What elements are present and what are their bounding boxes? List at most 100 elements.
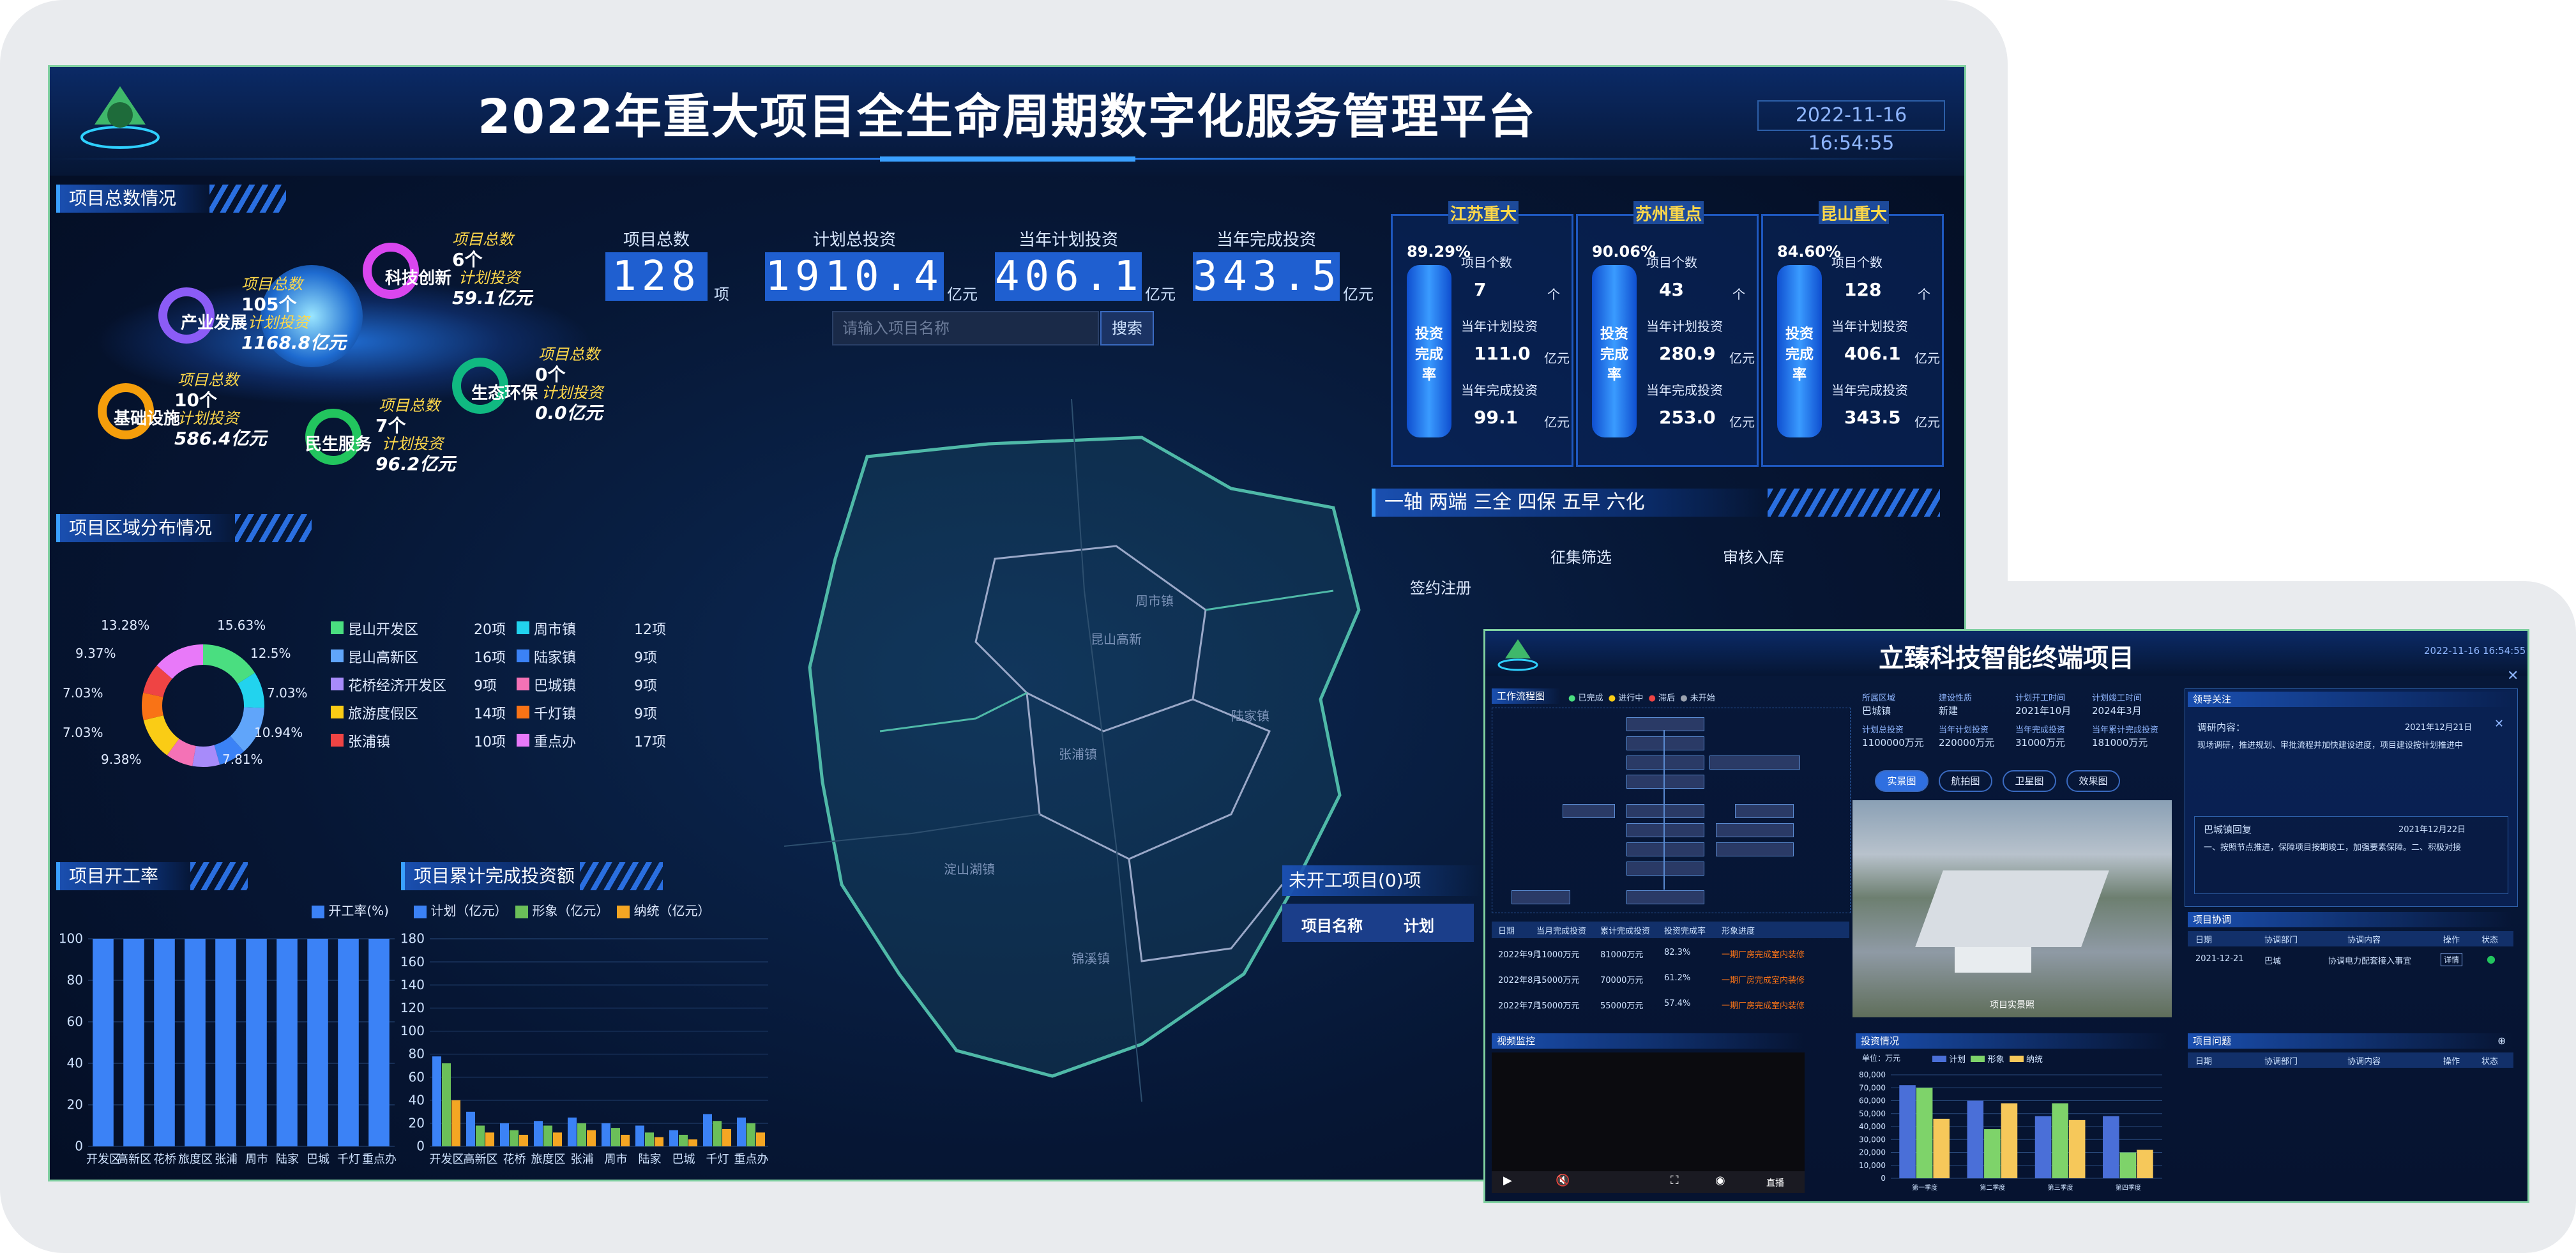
flow-node[interactable] [1626, 842, 1704, 856]
bar [1984, 1129, 2001, 1178]
flow-node[interactable] [1626, 736, 1704, 750]
y-tick-label: 40 [67, 1056, 83, 1071]
table-row[interactable]: 2021-12-21 巴城 协调电力配套接入事宜 详情 ● [2188, 950, 2513, 969]
flow-node[interactable] [1626, 775, 1704, 789]
mute-icon[interactable]: 🔇 [1556, 1174, 1570, 1187]
x-tick-label: 高新区 [117, 1153, 151, 1166]
overview-name: 生态环保 [471, 384, 538, 403]
process-node[interactable]: 签约注册 [1410, 575, 1471, 598]
reply-title: 巴城镇回复 [2204, 824, 2252, 835]
bar [736, 1117, 746, 1146]
add-icon[interactable]: ⊕ [2497, 1035, 2506, 1047]
info-label: 当年计划投资 [1939, 725, 1989, 735]
site-photo[interactable] [1852, 800, 2172, 1017]
tab-live-photo[interactable]: 实景图 [1875, 770, 1928, 792]
legend-name: 巴城镇 [534, 678, 577, 694]
s-section-issue: 项目问题 [2188, 1033, 2512, 1049]
legend-swatch [1932, 1056, 1946, 1062]
bar [2001, 1103, 2018, 1178]
s-chart-ylabel: 单位：万元 [1862, 1054, 1901, 1063]
table-row[interactable]: 2022年7月 15000万元 55000万元 57.4% 一期厂房完成室内装修 [1492, 994, 1849, 1015]
flow-node[interactable] [1716, 842, 1794, 856]
legend-row[interactable]: 旅游度假区 14项 千灯镇 9项 [331, 701, 663, 729]
bar [368, 939, 390, 1146]
flow-node[interactable] [1626, 804, 1704, 818]
info-value: 2024年3月 [2092, 705, 2142, 717]
legend-row[interactable]: 张浦镇 10项 重点办 17项 [331, 729, 666, 757]
process-node[interactable]: 征集筛选 [1550, 545, 1612, 567]
flow-node[interactable] [1626, 890, 1704, 904]
donut-label: 7.81% [222, 752, 263, 767]
s-datetime: 2022-11-16 16:54:55 [2424, 645, 2526, 657]
close-icon[interactable]: ✕ [2494, 717, 2504, 731]
legend-row[interactable]: 昆山高新区 16项 陆家镇 9项 [331, 644, 663, 672]
card-count-label: 项目个数 [1646, 255, 1697, 270]
flow-node[interactable] [1735, 804, 1794, 818]
overview-name: 产业发展 [181, 314, 248, 333]
col-header: 状态 [2481, 1057, 2499, 1067]
camera-icon[interactable]: ◉ [1715, 1174, 1725, 1187]
detail-button[interactable]: 详情 [2441, 953, 2463, 966]
status-dot-icon: ● [1608, 694, 1616, 703]
legend-count: 9项 [474, 678, 497, 694]
y-tick-label: 80,000 [1859, 1070, 1886, 1079]
cell: 巴城 [2264, 957, 2282, 966]
col-header: 日期 [2195, 936, 2213, 945]
donut-slice [156, 644, 204, 680]
overview-invest: 59.1亿元 [452, 287, 533, 308]
bar [519, 1134, 529, 1146]
search-button[interactable]: 搜索 [1100, 311, 1154, 346]
flow-node[interactable] [1626, 823, 1704, 837]
flow-node[interactable] [1716, 823, 1794, 837]
tab-render[interactable]: 效果图 [2066, 770, 2120, 792]
close-icon[interactable]: ✕ [2507, 668, 2519, 684]
donut-label: 10.94% [254, 725, 303, 740]
stat-value-total-invest: 1910.4 [765, 252, 944, 301]
flow-node[interactable] [1512, 890, 1570, 904]
legend-label: 计划 [1949, 1055, 1966, 1065]
card-done-label: 当年完成投资 [1831, 383, 1908, 398]
cumulative-invest-chart[interactable]: 0 20 40 60 80 100 120 140 160 180 开发区 高新区 花桥 旅度区 张浦 周市陆… [395, 926, 778, 1178]
flow-node[interactable] [1626, 756, 1704, 770]
col-header: 协调部门 [2264, 936, 2298, 945]
section-stripes [580, 862, 663, 890]
legend-count: 10项 [474, 734, 506, 750]
fullscreen-icon[interactable]: ⛶ [1671, 1174, 1679, 1187]
donut-label: 12.5% [250, 646, 291, 661]
table-row[interactable]: 2022年8月 15000万元 70000万元 61.2% 一期厂房完成室内装修 [1492, 968, 1849, 990]
bar [655, 1137, 664, 1146]
live-label[interactable]: 直播 [1766, 1176, 1784, 1189]
donut-slice [143, 665, 173, 698]
legend-swatch [517, 649, 529, 662]
project-search-input[interactable]: 请输入项目名称 [832, 311, 1099, 346]
start-rate-chart[interactable]: 0 20 40 60 80 100 开发区高新区 花桥 旅度区 张浦 周市 陆家 巴城 千灯 重点办 [50, 926, 407, 1178]
flow-node[interactable] [1626, 717, 1704, 731]
process-node[interactable]: 审核入库 [1723, 545, 1784, 567]
workflow-diagram[interactable] [1492, 708, 1851, 913]
cell: 2021-12-21 [2195, 954, 2244, 964]
card-count: 128 [1844, 279, 1882, 300]
col-header: 日期 [2195, 1057, 2213, 1067]
tab-aerial[interactable]: 航拍图 [1939, 770, 1992, 792]
bar [543, 1125, 553, 1146]
legend-row[interactable]: 花桥经济开发区 9项 巴城镇 9项 [331, 672, 663, 701]
flow-node[interactable] [1563, 804, 1615, 818]
tab-satellite[interactable]: 卫星图 [2003, 770, 2056, 792]
play-icon[interactable]: ▶ [1503, 1174, 1512, 1187]
col-header: 形象进度 [1722, 927, 1755, 936]
bar [746, 1123, 756, 1146]
table-row[interactable]: 2022年9月 11000万元 81000万元 82.3% 一期厂房完成室内装修 [1492, 943, 1849, 964]
datetime-display: 2022-11-16 16:54:55 [1757, 100, 1945, 155]
col-header: 日期 [1498, 927, 1515, 936]
legend-row[interactable]: 昆山开发区 20项 周市镇 12项 [331, 616, 666, 644]
col-header: 操作 [2443, 1057, 2460, 1067]
cell: 一期厂房完成室内装修 [1722, 950, 1805, 960]
legend-count: 16项 [474, 650, 506, 666]
flow-node[interactable] [1709, 756, 1800, 770]
flow-node[interactable] [1626, 862, 1704, 876]
donut-label: 7.03% [63, 685, 103, 701]
col-header: 计划 [1404, 917, 1434, 935]
bar [756, 1132, 766, 1146]
legend-name: 花桥经济开发区 [348, 678, 447, 694]
quarterly-invest-chart[interactable]: 0 10,000 20,000 30,000 40,000 50,000 60,000 70,… [1852, 1065, 2172, 1196]
